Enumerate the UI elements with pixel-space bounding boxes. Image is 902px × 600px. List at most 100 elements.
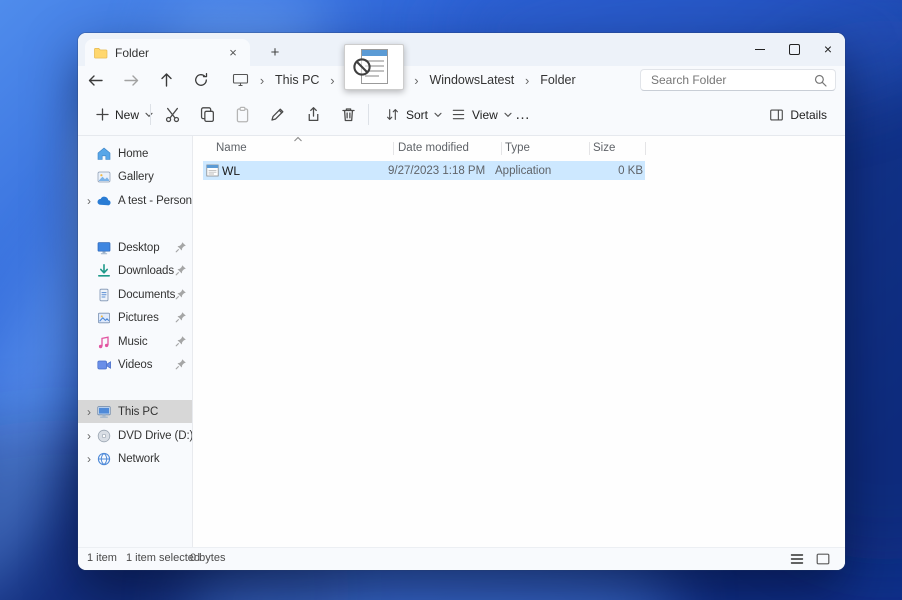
maximize-icon [789, 44, 800, 55]
column-header-name[interactable]: Name [216, 140, 247, 156]
column-divider[interactable] [645, 142, 646, 155]
file-name: WL [222, 164, 240, 178]
videos-icon [96, 357, 112, 373]
cut-button[interactable] [157, 99, 187, 129]
share-button[interactable] [298, 99, 328, 129]
gallery-icon [96, 169, 112, 185]
music-icon [96, 334, 112, 350]
sort-ascending-icon [293, 136, 303, 142]
delete-icon [340, 106, 357, 123]
minimize-button[interactable] [743, 33, 777, 65]
maximize-button[interactable] [777, 33, 811, 65]
search-input[interactable] [649, 72, 808, 88]
details-view-toggle-button[interactable] [787, 551, 807, 567]
column-header-type[interactable]: Type [505, 140, 530, 156]
breadcrumb-separator-icon: › [520, 73, 534, 88]
chevron-right-icon[interactable]: › [82, 429, 96, 443]
sidebar-item-onedrive[interactable]: › A test - Personal [78, 189, 192, 212]
back-button[interactable] [82, 68, 108, 92]
cut-icon [164, 106, 181, 123]
paste-button[interactable] [227, 99, 257, 129]
new-button-label: New [115, 108, 139, 122]
tab-folder[interactable]: Folder × [85, 39, 250, 66]
rename-button[interactable] [262, 99, 292, 129]
details-view-icon [790, 553, 804, 565]
sidebar-item-downloads[interactable]: Downloads [78, 259, 192, 282]
file-row-selected[interactable]: WL 9/27/2023 1:18 PM Application 0 KB [203, 161, 645, 180]
this-pc-icon [232, 73, 249, 87]
selection-size: 0 bytes [190, 552, 225, 564]
breadcrumb-separator-icon: › [255, 73, 269, 88]
pin-icon [175, 311, 187, 323]
file-date-modified: 9/27/2023 1:18 PM [388, 165, 485, 177]
plus-icon [96, 108, 109, 121]
sidebar-item-pictures[interactable]: Pictures [78, 306, 192, 329]
chevron-right-icon[interactable]: › [82, 452, 96, 466]
folder-icon [93, 46, 108, 59]
back-icon [87, 73, 104, 88]
delete-button[interactable] [333, 99, 363, 129]
refresh-button[interactable] [188, 68, 214, 92]
column-divider[interactable] [589, 142, 590, 155]
tab-bar: Folder × + × [78, 33, 845, 66]
dvd-icon [96, 428, 112, 444]
sidebar-item-desktop[interactable]: Desktop [78, 236, 192, 259]
large-icons-view-icon [816, 553, 830, 565]
details-pane-icon [769, 108, 784, 122]
breadcrumb-separator-icon: › [325, 73, 339, 88]
selection-count: 1 item selected [126, 552, 200, 564]
details-pane-button[interactable]: Details [763, 100, 833, 129]
minimize-icon [755, 49, 765, 50]
sidebar-item-gallery[interactable]: Gallery [78, 165, 192, 188]
toolbar-divider [368, 104, 369, 125]
documents-icon [96, 287, 112, 303]
sort-button[interactable]: Sort [377, 100, 450, 129]
network-icon [96, 451, 112, 467]
sidebar-item-videos[interactable]: Videos [78, 353, 192, 376]
breadcrumb-device[interactable] [226, 71, 255, 89]
pictures-icon [96, 310, 112, 326]
copy-icon [199, 106, 216, 123]
forward-button[interactable] [118, 68, 144, 92]
tab-close-button[interactable]: × [224, 44, 242, 62]
copy-button[interactable] [192, 99, 222, 129]
column-header-date-modified[interactable]: Date modified [398, 140, 469, 156]
new-tab-button[interactable]: + [264, 41, 286, 63]
column-header-size[interactable]: Size [593, 140, 615, 156]
chevron-down-icon [434, 112, 442, 118]
no-drop-icon [352, 57, 372, 77]
more-options-button[interactable]: … [508, 99, 538, 129]
this-pc-icon [96, 404, 112, 420]
column-divider[interactable] [501, 142, 502, 155]
breadcrumb-item-windowslatest[interactable]: WindowsLatest [423, 71, 520, 89]
toolbar-divider [150, 104, 151, 125]
file-size: 0 KB [580, 165, 643, 177]
sidebar-item-documents[interactable]: Documents [78, 283, 192, 306]
sidebar-item-network[interactable]: › Network [78, 447, 192, 470]
column-divider[interactable] [393, 142, 394, 155]
refresh-icon [193, 72, 209, 88]
pin-icon [175, 288, 187, 300]
pin-icon [175, 241, 187, 253]
up-button[interactable] [153, 68, 179, 92]
breadcrumb-item-this-pc[interactable]: This PC [269, 71, 325, 89]
paste-icon [234, 106, 251, 123]
breadcrumb-item-folder[interactable]: Folder [534, 71, 581, 89]
file-explorer-window: Folder × + × › This PC › › WindowsLatest… [78, 33, 845, 570]
sidebar-item-this-pc[interactable]: › This PC [78, 400, 192, 423]
drag-preview [344, 44, 404, 90]
sidebar-item-music[interactable]: Music [78, 330, 192, 353]
up-icon [159, 72, 174, 88]
close-button[interactable]: × [811, 33, 845, 65]
sidebar-item-dvd-drive[interactable]: › DVD Drive (D:) CCC [78, 424, 192, 447]
breadcrumb-separator-icon: › [409, 73, 423, 88]
chevron-right-icon[interactable]: › [82, 194, 96, 208]
chevron-right-icon[interactable]: › [82, 405, 96, 419]
large-icons-view-toggle-button[interactable] [813, 551, 833, 567]
downloads-icon [96, 263, 112, 279]
sidebar-item-home[interactable]: Home [78, 142, 192, 165]
pin-icon [175, 358, 187, 370]
rename-icon [269, 106, 286, 123]
view-button-label: View [472, 108, 498, 122]
pin-icon [175, 335, 187, 347]
